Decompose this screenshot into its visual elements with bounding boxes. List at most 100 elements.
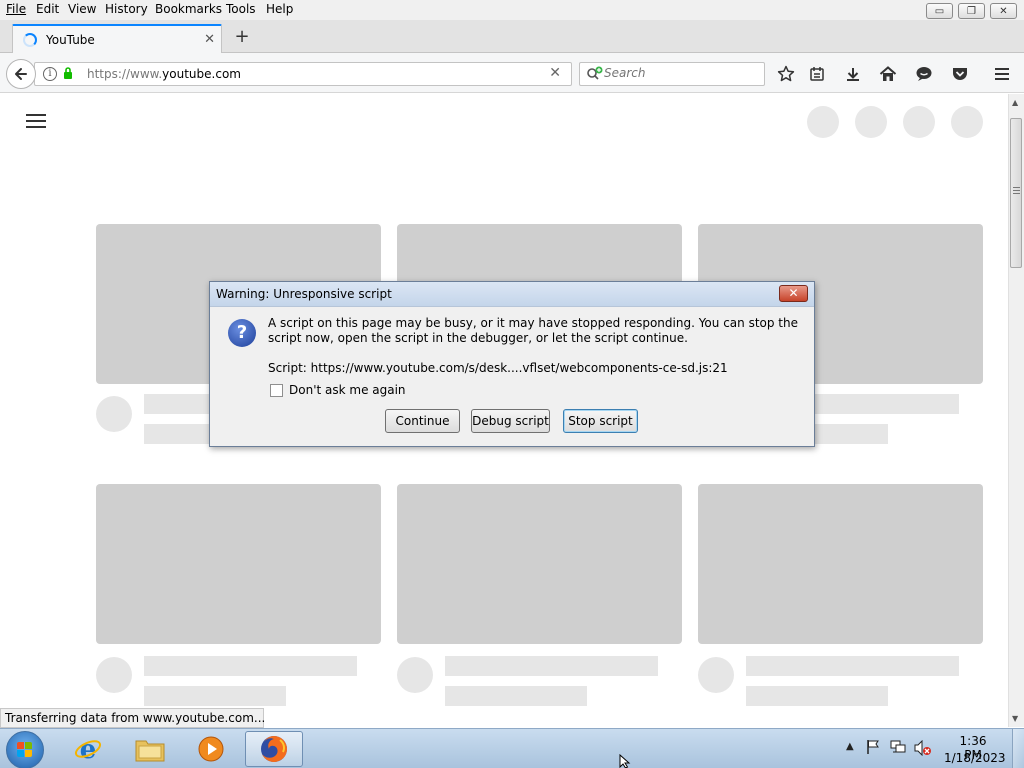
home-icon[interactable] xyxy=(877,63,899,85)
debug-script-button[interactable]: Debug script xyxy=(471,409,550,433)
continue-button[interactable]: Continue xyxy=(385,409,460,433)
navigation-bar: i https://www.youtube.com ✕ xyxy=(0,53,1024,93)
internet-explorer-icon: e xyxy=(74,735,102,764)
search-icon[interactable] xyxy=(586,66,604,82)
header-placeholder-circle xyxy=(807,106,839,138)
status-text: Transferring data from www.youtube.com..… xyxy=(5,711,266,725)
scroll-up-arrow-icon[interactable]: ▲ xyxy=(1012,98,1018,107)
channel-avatar-placeholder xyxy=(397,657,433,693)
start-button[interactable] xyxy=(6,731,44,768)
scroll-down-arrow-icon[interactable]: ▼ xyxy=(1012,714,1018,723)
guide-menu-icon[interactable] xyxy=(26,114,46,130)
dialog-close-button[interactable]: ✕ xyxy=(779,285,808,302)
menu-view-label: View xyxy=(68,2,97,16)
menu-edit[interactable]: Edit xyxy=(36,2,59,16)
tab-strip: YouTube ✕ + xyxy=(0,20,1024,54)
dont-ask-checkbox[interactable] xyxy=(270,384,283,397)
dialog-script-path: Script: https://www.youtube.com/s/desk..… xyxy=(268,361,728,375)
video-thumbnail-placeholder xyxy=(397,484,682,644)
media-player-icon xyxy=(198,736,224,762)
tab-title: YouTube xyxy=(46,33,95,47)
clear-url-icon[interactable]: ✕ xyxy=(549,65,561,81)
menu-bookmarks-label: Bookmarks xyxy=(155,2,223,16)
lock-icon xyxy=(64,67,72,79)
title-placeholder xyxy=(746,656,959,676)
menu-view[interactable]: View xyxy=(68,2,96,16)
show-hidden-icons-icon[interactable]: ▲ xyxy=(846,741,854,752)
taskbar-internet-explorer[interactable]: e xyxy=(59,731,117,767)
chat-icon[interactable] xyxy=(913,63,935,85)
meta-placeholder xyxy=(144,686,286,706)
taskbar: e ▲ 1:36 PM 1/18/2023 xyxy=(0,728,1024,768)
stop-script-button[interactable]: Stop script xyxy=(563,409,638,433)
taskbar-windows-explorer[interactable] xyxy=(121,731,179,767)
grip-icon xyxy=(1013,187,1020,194)
info-icon[interactable]: i xyxy=(43,67,57,81)
menu-edit-label: Edit xyxy=(36,2,60,16)
windows-logo-icon xyxy=(17,742,33,758)
url-domain: youtube.com xyxy=(162,67,241,81)
taskbar-firefox[interactable] xyxy=(245,731,303,767)
back-arrow-icon xyxy=(15,68,27,80)
video-thumbnail-placeholder xyxy=(698,484,983,644)
unresponsive-script-dialog: Warning: Unresponsive script ✕ ? A scrip… xyxy=(209,281,815,447)
menu-history[interactable]: History xyxy=(105,2,148,16)
scrollbar-thumb[interactable] xyxy=(1010,118,1022,268)
vertical-scrollbar[interactable]: ▲ ▼ xyxy=(1008,94,1024,727)
header-placeholder-circle xyxy=(855,106,887,138)
pocket-icon[interactable] xyxy=(949,63,971,85)
dont-ask-label[interactable]: Don't ask me again xyxy=(289,383,406,397)
minimize-button[interactable]: ▭ xyxy=(926,3,953,19)
menu-file[interactable]: File xyxy=(6,2,26,16)
title-placeholder xyxy=(144,656,357,676)
tab-youtube[interactable]: YouTube ✕ xyxy=(12,24,222,54)
dialog-titlebar[interactable]: Warning: Unresponsive script ✕ xyxy=(210,282,814,307)
menu-tools-label: Tools xyxy=(226,2,256,16)
menu-bar: File Edit View History Bookmarks Tools H… xyxy=(0,0,1024,20)
search-bar[interactable] xyxy=(579,62,765,86)
meta-placeholder xyxy=(445,686,587,706)
taskbar-media-player[interactable] xyxy=(182,731,240,767)
action-center-flag-icon[interactable] xyxy=(866,739,880,755)
volume-muted-icon[interactable] xyxy=(914,740,932,756)
url-bar[interactable]: i https://www.youtube.com ✕ xyxy=(34,62,572,86)
menu-file-label: File xyxy=(6,2,27,16)
close-window-button[interactable]: ✕ xyxy=(990,3,1017,19)
clock-date[interactable]: 1/18/2023 xyxy=(944,751,1006,765)
restore-icon: ❐ xyxy=(967,5,976,17)
back-button[interactable] xyxy=(6,59,36,89)
search-input[interactable] xyxy=(604,66,754,80)
folder-icon xyxy=(135,740,165,762)
close-icon: ✕ xyxy=(999,5,1008,17)
tab-close-icon[interactable]: ✕ xyxy=(204,32,215,47)
minimize-icon: ▭ xyxy=(934,5,945,17)
reading-list-icon[interactable] xyxy=(806,63,828,85)
plus-icon: + xyxy=(234,26,250,47)
close-icon: ✕ xyxy=(788,286,799,300)
channel-avatar-placeholder xyxy=(96,657,132,693)
bookmark-star-icon[interactable] xyxy=(775,63,797,85)
menu-bookmarks[interactable]: Bookmarks xyxy=(155,2,222,16)
hamburger-menu-icon[interactable] xyxy=(991,63,1013,85)
restore-button[interactable]: ❐ xyxy=(958,3,985,19)
title-placeholder xyxy=(445,656,658,676)
meta-placeholder xyxy=(746,686,888,706)
menu-history-label: History xyxy=(105,2,148,16)
downloads-icon[interactable] xyxy=(842,63,864,85)
channel-avatar-placeholder xyxy=(698,657,734,693)
network-icon[interactable] xyxy=(890,740,906,754)
video-thumbnail-placeholder xyxy=(96,484,381,644)
firefox-icon xyxy=(261,736,287,762)
dialog-title: Warning: Unresponsive script xyxy=(216,287,392,301)
menu-help[interactable]: Help xyxy=(266,2,293,16)
url-text[interactable]: https://www.youtube.com xyxy=(87,67,241,81)
status-panel: Transferring data from www.youtube.com..… xyxy=(0,708,266,728)
mouse-cursor-icon xyxy=(619,754,631,768)
show-desktop-button[interactable] xyxy=(1012,729,1024,768)
channel-avatar-placeholder xyxy=(96,396,132,432)
loading-spinner-icon xyxy=(23,33,37,47)
url-prefix: https://www. xyxy=(87,67,163,81)
header-placeholder-circle xyxy=(903,106,935,138)
menu-tools[interactable]: Tools xyxy=(226,2,256,16)
new-tab-button[interactable]: + xyxy=(232,26,252,47)
